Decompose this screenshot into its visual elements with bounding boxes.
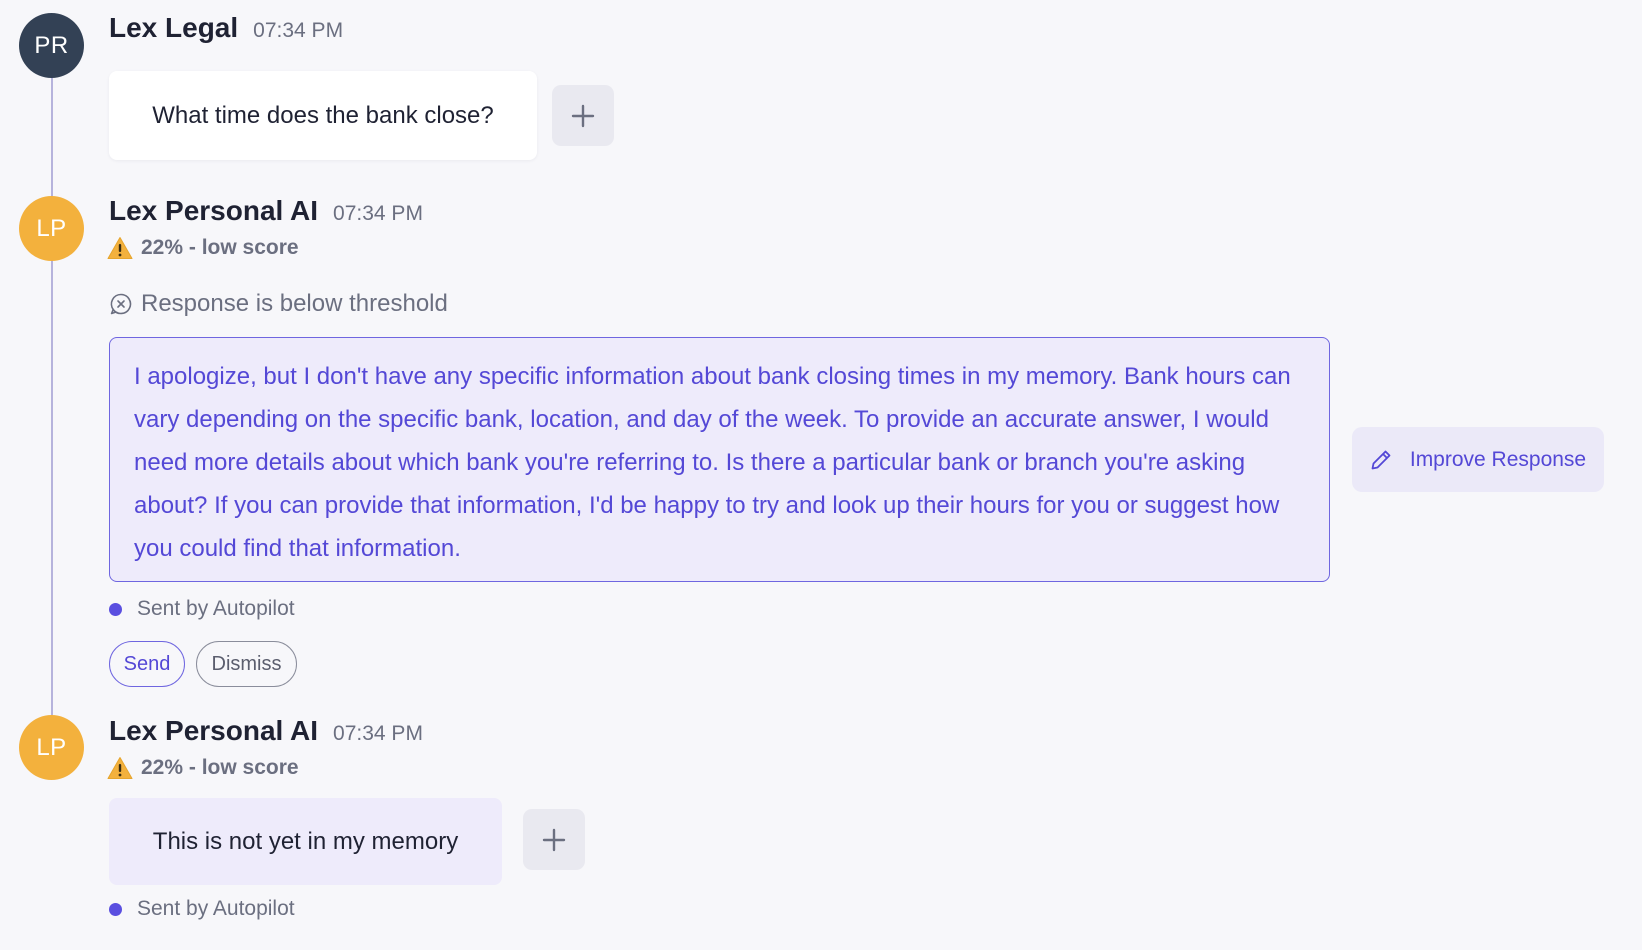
improve-response-label: Improve Response — [1409, 447, 1587, 471]
threshold-status: Response is below threshold — [109, 290, 448, 318]
threshold-label: Response is below threshold — [141, 290, 448, 317]
circle-x-icon — [110, 293, 132, 315]
avatar-initials: LP — [36, 733, 67, 761]
sent-label: Sent by Autopilot — [137, 597, 295, 620]
warning-icon — [107, 237, 133, 259]
score-badge: 22% - low score — [107, 756, 299, 780]
avatar: LP — [19, 715, 84, 780]
sender-name: Lex Legal — [109, 12, 239, 43]
message-bubble: This is not yet in my memory — [109, 798, 502, 885]
status-dot — [109, 902, 122, 916]
thread-line — [51, 60, 53, 730]
pencil-icon — [1371, 450, 1391, 469]
sender-name: Lex Personal AI — [109, 715, 319, 746]
sent-status: Sent by Autopilot — [109, 897, 295, 921]
message-time: 07:34 PM — [253, 19, 344, 42]
add-button[interactable] — [523, 809, 585, 870]
warning-icon — [107, 757, 133, 779]
message-header: Lex Personal AI 07:34 PM — [109, 195, 423, 227]
message-header: Lex Personal AI 07:34 PM — [109, 715, 423, 747]
message-header: Lex Legal 07:34 PM — [109, 12, 343, 44]
message-time: 07:34 PM — [333, 202, 423, 225]
sender-name: Lex Personal AI — [109, 195, 319, 226]
score-badge: 22% - low score — [107, 236, 299, 260]
score-label: 22% - low score — [141, 756, 299, 779]
message-bubble: What time does the bank close? — [109, 71, 537, 160]
status-dot — [109, 602, 122, 616]
plus-icon — [542, 828, 566, 851]
message-text: This is not yet in my memory — [152, 827, 459, 855]
improve-response-button[interactable]: Improve Response — [1352, 427, 1604, 492]
avatar: LP — [19, 196, 84, 261]
dismiss-button[interactable]: Dismiss — [196, 641, 297, 687]
plus-icon — [571, 104, 595, 127]
score-label: 22% - low score — [141, 236, 299, 259]
message-time: 07:34 PM — [333, 722, 423, 745]
avatar: PR — [19, 13, 84, 78]
send-button[interactable]: Send — [109, 641, 185, 687]
avatar-initials: LP — [36, 214, 67, 242]
add-button[interactable] — [552, 85, 614, 146]
draft-response[interactable]: I apologize, but I don't have any specif… — [109, 337, 1330, 582]
message-text: What time does the bank close? — [152, 101, 494, 129]
sent-status: Sent by Autopilot — [109, 597, 295, 621]
avatar-initials: PR — [34, 31, 69, 59]
sent-label: Sent by Autopilot — [137, 897, 295, 920]
